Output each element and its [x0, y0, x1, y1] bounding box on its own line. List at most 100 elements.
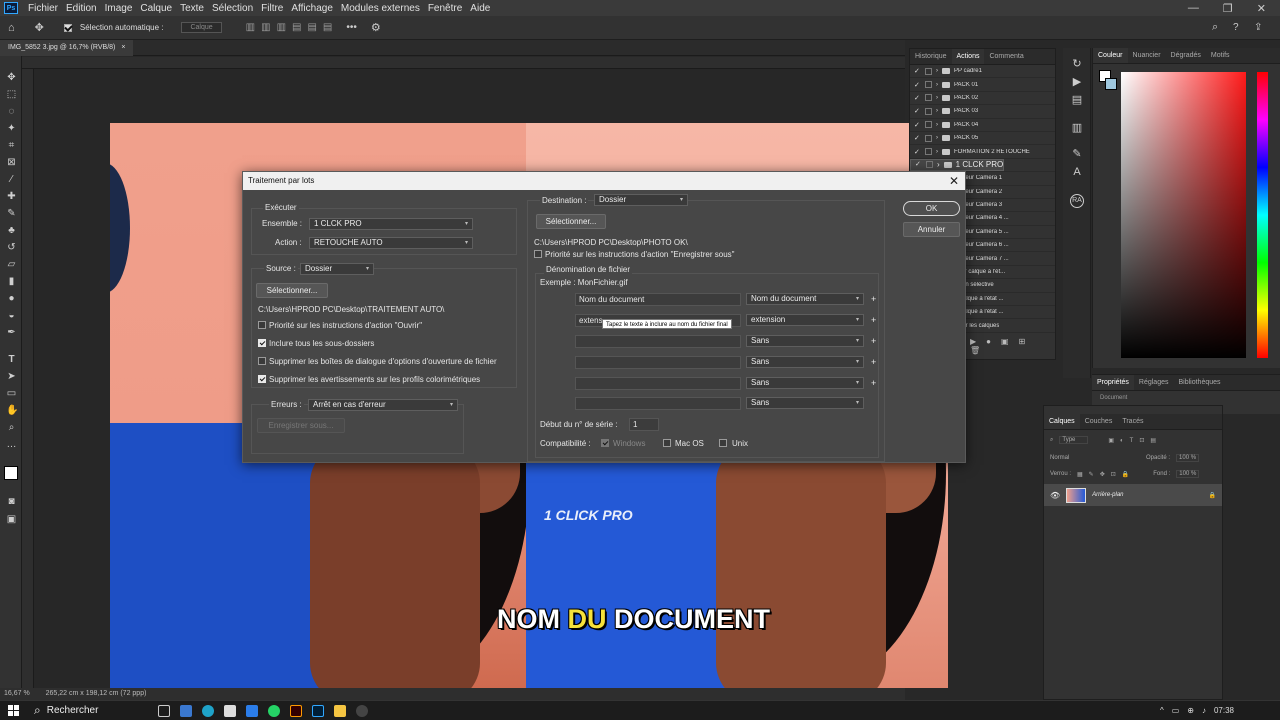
tray-chevron-icon[interactable]: ^: [1160, 706, 1164, 715]
menu-modules-externes[interactable]: Modules externes: [337, 3, 424, 14]
action-item[interactable]: ✓ › PACK 04: [910, 119, 1055, 132]
glyphs-panel-icon[interactable]: RA: [1070, 194, 1084, 208]
chevron-right-icon[interactable]: ›: [936, 108, 938, 114]
photoshop-logo-icon[interactable]: Ps: [4, 2, 18, 14]
share-icon[interactable]: ⇪: [1254, 22, 1262, 33]
dialog-toggle-box[interactable]: [925, 81, 932, 89]
compat-windows-checkbox[interactable]: [601, 439, 609, 447]
home-icon[interactable]: ⌂: [8, 22, 15, 34]
close-window-button[interactable]: ✕: [1257, 2, 1266, 15]
zoom-level[interactable]: 16,67 %: [4, 690, 30, 697]
tab-reglages[interactable]: Réglages: [1134, 375, 1174, 390]
network-icon[interactable]: ▭: [1172, 706, 1180, 715]
character-panel-icon[interactable]: A: [1071, 166, 1083, 178]
tab-degrades[interactable]: Dégradés: [1166, 48, 1206, 63]
menu-texte[interactable]: Texte: [176, 3, 208, 14]
chevron-right-icon[interactable]: ›: [936, 149, 938, 155]
layer-filter-icons[interactable]: ▣◐T⊡▤: [1108, 437, 1162, 444]
lasso-tool-icon[interactable]: ◌: [6, 106, 17, 117]
menu-fichier[interactable]: Fichier: [24, 3, 62, 14]
more-tools-icon[interactable]: …: [6, 439, 17, 450]
quick-mask-icon[interactable]: ◙: [6, 496, 17, 507]
naming-dropdown-6[interactable]: Sans ▾: [746, 397, 864, 409]
tab-actions[interactable]: Actions: [951, 49, 985, 64]
tab-motifs[interactable]: Motifs: [1206, 48, 1235, 63]
document-tab-close-icon[interactable]: ×: [121, 44, 125, 51]
edge-icon[interactable]: [202, 704, 215, 717]
photoshop-icon[interactable]: [312, 704, 325, 717]
menu-calque[interactable]: Calque: [136, 3, 176, 14]
taskbar-search[interactable]: ⌕ Rechercher: [34, 703, 98, 718]
language-icon[interactable]: ⊕: [1187, 706, 1194, 715]
action-item[interactable]: ✓ › FORMATION 2 RETOUCHE: [910, 145, 1055, 159]
dialog-close-icon[interactable]: ✕: [949, 172, 959, 190]
hue-slider[interactable]: [1257, 72, 1268, 358]
menu-image[interactable]: Image: [101, 3, 137, 14]
errors-save-as-button[interactable]: Enregistrer sous...: [257, 418, 345, 433]
menu-fenetre[interactable]: Fenêtre: [424, 3, 466, 14]
settings-gear-icon[interactable]: ⚙: [371, 21, 381, 34]
naming-text-field-4[interactable]: [575, 356, 741, 369]
dialog-toggle-box[interactable]: [925, 67, 932, 75]
file-manager-icon[interactable]: [224, 704, 237, 717]
obs-icon[interactable]: [356, 704, 369, 717]
histogram-panel-icon[interactable]: ▥: [1071, 122, 1083, 134]
fill-value[interactable]: 100 %: [1176, 470, 1200, 478]
background-swatch[interactable]: [1105, 78, 1117, 90]
windows-start-icon[interactable]: [8, 705, 19, 716]
auto-select-dropdown[interactable]: Calque: [181, 22, 222, 33]
naming-text-field-1[interactable]: Nom du document: [575, 293, 741, 306]
chevron-right-icon[interactable]: ›: [936, 68, 938, 74]
naming-dropdown-2[interactable]: extension ▾: [746, 314, 864, 326]
menu-affichage[interactable]: Affichage: [287, 3, 337, 14]
compat-unix-checkbox[interactable]: [719, 439, 727, 447]
frame-tool-icon[interactable]: ⊠: [6, 157, 17, 168]
eyedropper-tool-icon[interactable]: ⁄: [6, 174, 17, 185]
crop-tool-icon[interactable]: ⌗: [6, 140, 17, 151]
history-brush-tool-icon[interactable]: ↺: [6, 242, 17, 253]
menu-filtre[interactable]: Filtre: [257, 3, 287, 14]
search-icon[interactable]: ⌕: [1212, 21, 1218, 34]
toggle-check-icon[interactable]: ✓: [915, 160, 922, 170]
maximize-button[interactable]: ❐: [1223, 2, 1233, 15]
lock-icons[interactable]: ▦✎✥⊡🔒: [1077, 471, 1135, 478]
hand-tool-icon[interactable]: ✋: [6, 405, 18, 416]
naming-add-button-4[interactable]: +: [871, 357, 876, 367]
ensemble-dropdown[interactable]: 1 CLCK PRO ▾: [309, 218, 473, 230]
widgets-icon[interactable]: [180, 704, 193, 717]
toggle-check-icon[interactable]: ✓: [914, 121, 921, 129]
include-subfolders-checkbox[interactable]: [258, 339, 266, 347]
compat-mac-checkbox[interactable]: [663, 439, 671, 447]
help-icon[interactable]: ?: [1233, 22, 1239, 33]
toggle-check-icon[interactable]: ✓: [914, 107, 921, 115]
toggle-check-icon[interactable]: ✓: [914, 94, 921, 102]
naming-text-field-5[interactable]: [575, 377, 741, 390]
naming-dropdown-5[interactable]: Sans ▾: [746, 377, 864, 389]
align-icons[interactable]: ▥▥▥▤▤▤: [246, 22, 339, 33]
minimize-button[interactable]: —: [1188, 2, 1199, 15]
cancel-button[interactable]: Annuler: [903, 222, 960, 237]
dialog-toggle-box[interactable]: [925, 94, 932, 102]
messenger-icon[interactable]: [246, 704, 259, 717]
layer-filter-search-icon[interactable]: ⌕: [1050, 437, 1053, 444]
errors-dropdown[interactable]: Arrêt en cas d'erreur ▾: [308, 399, 458, 411]
naming-dropdown-4[interactable]: Sans ▾: [746, 356, 864, 368]
auto-select-checkbox[interactable]: [63, 23, 72, 32]
stamp-tool-icon[interactable]: ♣: [6, 225, 17, 236]
move-tool-icon[interactable]: ✥: [35, 21, 44, 34]
naming-add-button-1[interactable]: +: [871, 294, 876, 304]
source-priority-checkbox[interactable]: [258, 321, 266, 329]
healing-brush-tool-icon[interactable]: ✚: [6, 191, 17, 202]
toggle-check-icon[interactable]: ✓: [914, 81, 921, 89]
whatsapp-icon[interactable]: [268, 704, 281, 717]
tab-couleur[interactable]: Couleur: [1093, 48, 1128, 63]
marquee-tool-icon[interactable]: ⬚: [6, 89, 17, 100]
path-selection-tool-icon[interactable]: ➤: [6, 371, 17, 382]
action-item[interactable]: ✓ › PP cadre1: [910, 65, 1055, 79]
layer-row-background[interactable]: 👁 Arrière-plan 🔒: [1044, 484, 1222, 506]
menu-selection[interactable]: Sélection: [208, 3, 257, 14]
tab-traces[interactable]: Tracés: [1117, 414, 1148, 429]
toggle-check-icon[interactable]: ✓: [914, 148, 921, 156]
gradient-tool-icon[interactable]: ▮: [6, 276, 17, 287]
zoom-tool-icon[interactable]: ⌕: [6, 422, 17, 433]
